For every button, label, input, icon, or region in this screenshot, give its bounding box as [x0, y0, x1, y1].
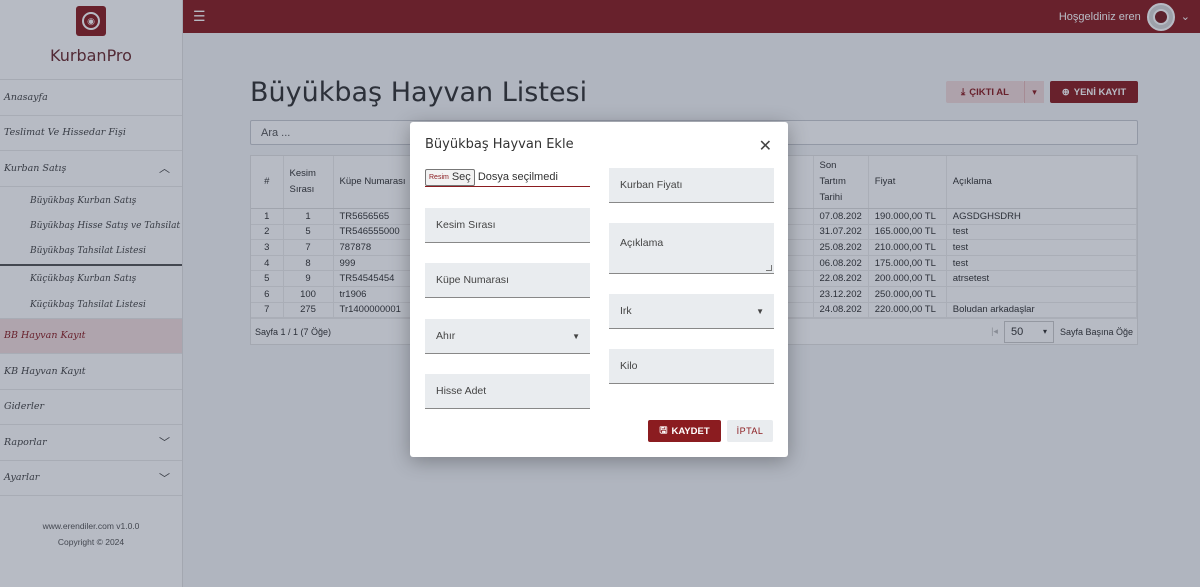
- ahir-select[interactable]: Ahır ▼: [425, 319, 590, 354]
- close-icon[interactable]: ✕: [759, 136, 772, 156]
- aciklama-textarea[interactable]: Açıklama: [609, 223, 774, 274]
- field-label: Irk: [620, 305, 632, 317]
- file-choose-button[interactable]: Resim Seç: [425, 168, 475, 186]
- field-label: Kesim Sırası: [436, 219, 496, 231]
- file-status: Dosya seçilmedi: [477, 171, 558, 183]
- irk-select[interactable]: Irk ▼: [609, 294, 774, 329]
- field-label: Kilo: [620, 360, 638, 372]
- modal-title: Büyükbaş Hayvan Ekle: [425, 137, 574, 152]
- add-animal-modal: Büyükbaş Hayvan Ekle ✕ Resim Seç Dosya s…: [410, 122, 788, 457]
- save-button[interactable]: 🖫 KAYDET: [648, 420, 721, 442]
- kurban-fiyati-field[interactable]: Kurban Fiyatı: [609, 168, 774, 203]
- field-label: Hisse Adet: [436, 385, 487, 397]
- file-button-small-label: Resim: [429, 173, 449, 181]
- file-button-label: Seç: [451, 171, 471, 183]
- field-label: Açıklama: [620, 237, 664, 249]
- caret-down-icon: ▼: [756, 306, 764, 316]
- cancel-button[interactable]: İPTAL: [727, 420, 773, 442]
- image-file-input[interactable]: Resim Seç Dosya seçilmedi: [425, 168, 590, 187]
- caret-down-icon: ▼: [572, 331, 580, 341]
- kilo-field[interactable]: Kilo: [609, 349, 774, 384]
- save-label: KAYDET: [671, 425, 710, 437]
- field-label: Küpe Numarası: [436, 274, 509, 286]
- kupe-numarasi-field[interactable]: Küpe Numarası: [425, 263, 590, 298]
- kesim-sirasi-field[interactable]: Kesim Sırası: [425, 208, 590, 243]
- hisse-adet-field[interactable]: Hisse Adet: [425, 374, 590, 409]
- field-label: Ahır: [436, 330, 456, 342]
- field-label: Kurban Fiyatı: [620, 179, 683, 191]
- resize-handle-icon[interactable]: [766, 265, 772, 271]
- save-icon: 🖫: [659, 425, 668, 436]
